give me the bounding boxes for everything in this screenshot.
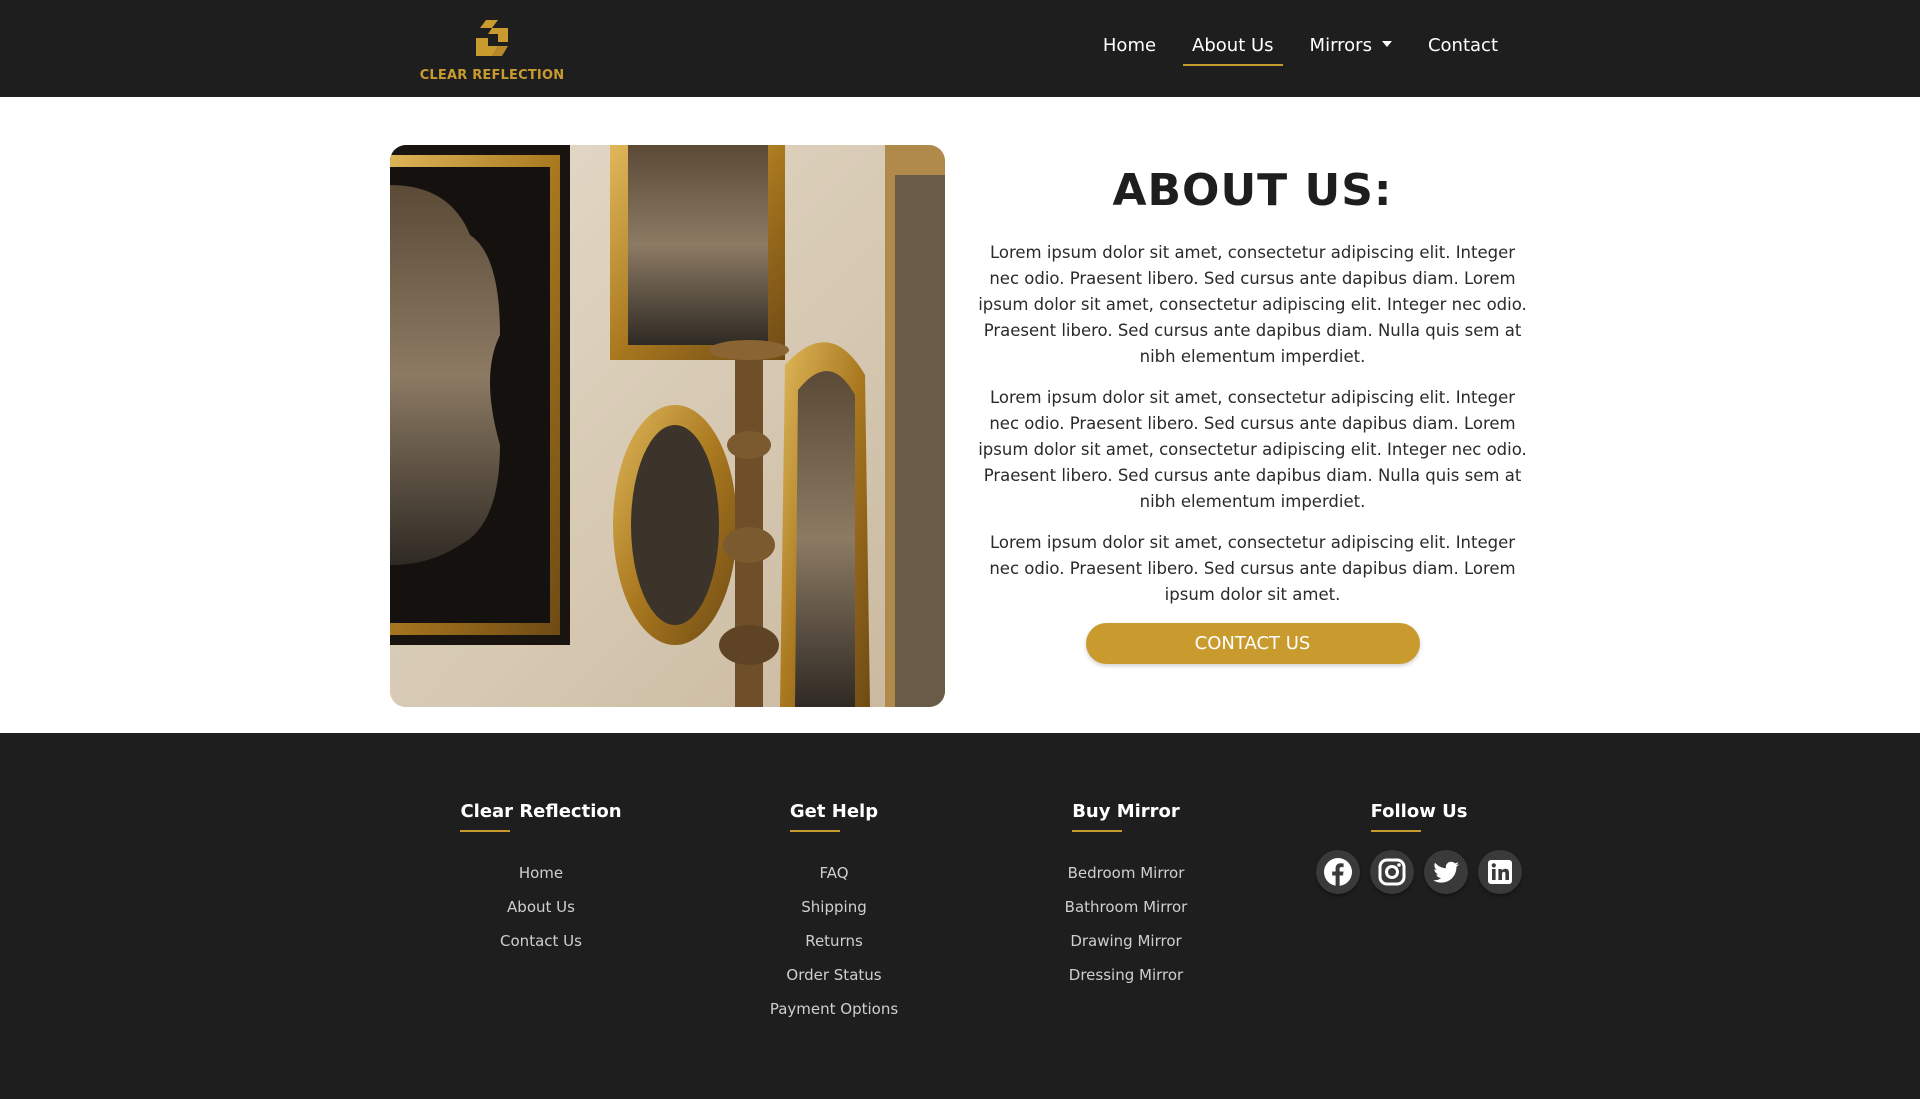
footer-heading: Get Help <box>789 801 878 832</box>
footer-link-dressing-mirror[interactable]: Dressing Mirror <box>1006 958 1246 992</box>
footer-link-about-us[interactable]: About Us <box>421 890 661 924</box>
footer-link-shipping[interactable]: Shipping <box>714 890 954 924</box>
about-title: ABOUT US: <box>1112 165 1393 216</box>
nav-home-label: Home <box>1102 35 1157 56</box>
footer-heading: Buy Mirror <box>1072 801 1180 832</box>
footer-column-follow-us: Follow Us <box>1299 801 1539 894</box>
about-paragraph-2: Lorem ipsum dolor sit amet, consectetur … <box>978 388 1527 511</box>
mirrors-photo <box>390 145 945 707</box>
footer-link-home[interactable]: Home <box>421 856 661 890</box>
social-links <box>1299 850 1539 894</box>
brand-name: CLEAR REFLECTION <box>419 68 565 83</box>
about-paragraph-3: Lorem ipsum dolor sit amet, consectetur … <box>989 533 1516 604</box>
footer-link-order-status[interactable]: Order Status <box>714 958 954 992</box>
facebook-link[interactable] <box>1316 850 1360 894</box>
about-paragraph-1: Lorem ipsum dolor sit amet, consectetur … <box>978 243 1527 366</box>
footer-link-bedroom-mirror[interactable]: Bedroom Mirror <box>1006 856 1246 890</box>
nav-mirrors-label: Mirrors <box>1309 35 1372 56</box>
footer-links: Home About Us Contact Us <box>421 856 661 958</box>
main-nav: Home About Us Mirrors Contact <box>1085 35 1516 66</box>
linkedin-link[interactable] <box>1478 850 1522 894</box>
footer-link-drawing-mirror[interactable]: Drawing Mirror <box>1006 924 1246 958</box>
footer-link-bathroom-mirror[interactable]: Bathroom Mirror <box>1006 890 1246 924</box>
instagram-link[interactable] <box>1370 850 1414 894</box>
nav-mirrors-dropdown[interactable]: Mirrors <box>1292 35 1410 64</box>
footer-link-faq[interactable]: FAQ <box>714 856 954 890</box>
footer-links: FAQ Shipping Returns Order Status Paymen… <box>714 856 954 1026</box>
contact-us-button[interactable]: CONTACT US <box>1085 623 1420 664</box>
nav-home[interactable]: Home <box>1085 35 1174 64</box>
footer-link-returns[interactable]: Returns <box>714 924 954 958</box>
brand-logo[interactable]: CLEAR REFLECTION <box>412 16 572 84</box>
footer-heading: Follow Us <box>1370 801 1467 832</box>
footer-link-payment-options[interactable]: Payment Options <box>714 992 954 1026</box>
footer-links: Bedroom Mirror Bathroom Mirror Drawing M… <box>1006 856 1246 992</box>
footer-heading: Clear Reflection <box>460 801 622 832</box>
nav-contact-label: Contact <box>1427 35 1498 56</box>
linkedin-icon <box>1488 860 1512 884</box>
facebook-icon <box>1324 858 1352 886</box>
navbar: CLEAR REFLECTION Home About Us Mirrors C… <box>0 0 1920 97</box>
logo-mark-icon <box>476 20 508 56</box>
twitter-icon <box>1433 861 1459 883</box>
nav-about-us-label: About Us <box>1192 35 1274 56</box>
footer-column-get-help: Get Help FAQ Shipping Returns Order Stat… <box>714 801 954 1026</box>
mirrors-illustration <box>390 145 945 707</box>
caret-down-icon <box>1381 41 1392 47</box>
footer-column-clear-reflection: Clear Reflection Home About Us Contact U… <box>421 801 661 958</box>
nav-about-us[interactable]: About Us <box>1174 35 1292 66</box>
twitter-link[interactable] <box>1424 850 1468 894</box>
instagram-icon <box>1378 858 1406 886</box>
about-section: ABOUT US: Lorem ipsum dolor sit amet, co… <box>975 165 1530 664</box>
nav-contact[interactable]: Contact <box>1410 35 1516 64</box>
footer-column-buy-mirror: Buy Mirror Bedroom Mirror Bathroom Mirro… <box>1006 801 1246 992</box>
footer: Clear Reflection Home About Us Contact U… <box>0 733 1920 1099</box>
footer-link-contact-us[interactable]: Contact Us <box>421 924 661 958</box>
